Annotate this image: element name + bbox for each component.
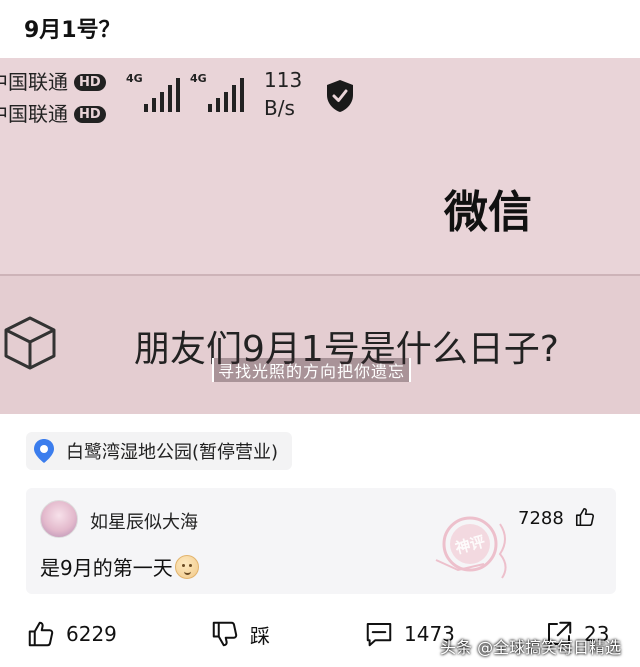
top-comment-card[interactable]: 如星辰似大海 神评 7288 是9月的第一天: [26, 488, 616, 594]
location-label: 白鹭湾湿地公园(暂停营业): [66, 442, 279, 463]
location-tag[interactable]: 白鹭湾湿地公园(暂停营业): [26, 432, 293, 470]
comment-bubble-icon: [366, 623, 392, 647]
signal-bar: [152, 98, 156, 112]
thumbs-down-icon: [212, 621, 238, 647]
like-button[interactable]: 6229: [26, 614, 117, 654]
shield-check-icon: [327, 80, 353, 112]
network-speed: 113 B/s: [264, 66, 302, 122]
location-pin-icon: [34, 439, 54, 463]
carrier-name-2: 中国联通: [0, 102, 68, 126]
source-watermark: 头条 @全球搞笑每日精选: [440, 638, 622, 657]
like-count: 6229: [66, 622, 117, 646]
signal-bar: [224, 92, 228, 112]
carrier-row-1: 中国联通 HD: [0, 66, 106, 95]
signal-bar: [232, 85, 236, 112]
speed-value: 113: [264, 68, 303, 92]
signal-bar: [216, 98, 220, 112]
signal-bar: [176, 78, 180, 112]
thumbs-up-icon[interactable]: [574, 506, 596, 528]
network-type-2: 4G: [190, 72, 207, 85]
carrier-row-2: 中国联通 HD: [0, 98, 106, 127]
comment-text-body: 是9月的第一天: [40, 556, 173, 580]
featured-comment-stamp: 神评: [435, 516, 507, 579]
signal-bar: [208, 104, 212, 112]
smirk-emoji-icon: [174, 555, 199, 579]
network-type-1: 4G: [126, 72, 143, 85]
speed-unit: B/s: [264, 96, 295, 120]
hd-badge-2: HD: [74, 106, 106, 123]
app-title: 微信: [444, 187, 532, 238]
signal-bar: [160, 92, 164, 112]
signal-bar: [240, 78, 244, 112]
hd-badge-1: HD: [74, 74, 106, 91]
dislike-button[interactable]: 踩: [210, 614, 270, 654]
video-subtitle: 寻找光照的方向把你遗忘: [212, 358, 412, 382]
avatar[interactable]: [40, 500, 78, 538]
signal-bar: [168, 85, 172, 112]
comment-text: 是9月的第一天: [40, 552, 199, 581]
commenter-username[interactable]: 如星辰似大海: [90, 508, 198, 534]
post-image[interactable]: 中国联通HD 中国联通HD 4G 4G 113 B/s 微信 朋友们9月1号是什…: [0, 58, 640, 414]
cube-icon: [4, 316, 56, 370]
comment-like-count: 7288: [518, 508, 564, 529]
post-title: 9月1号？: [24, 18, 121, 43]
carrier-name-1: 中国联通: [0, 70, 68, 94]
thumbs-up-icon: [28, 621, 54, 647]
signal-bar: [144, 104, 148, 112]
dislike-label: 踩: [250, 623, 270, 648]
